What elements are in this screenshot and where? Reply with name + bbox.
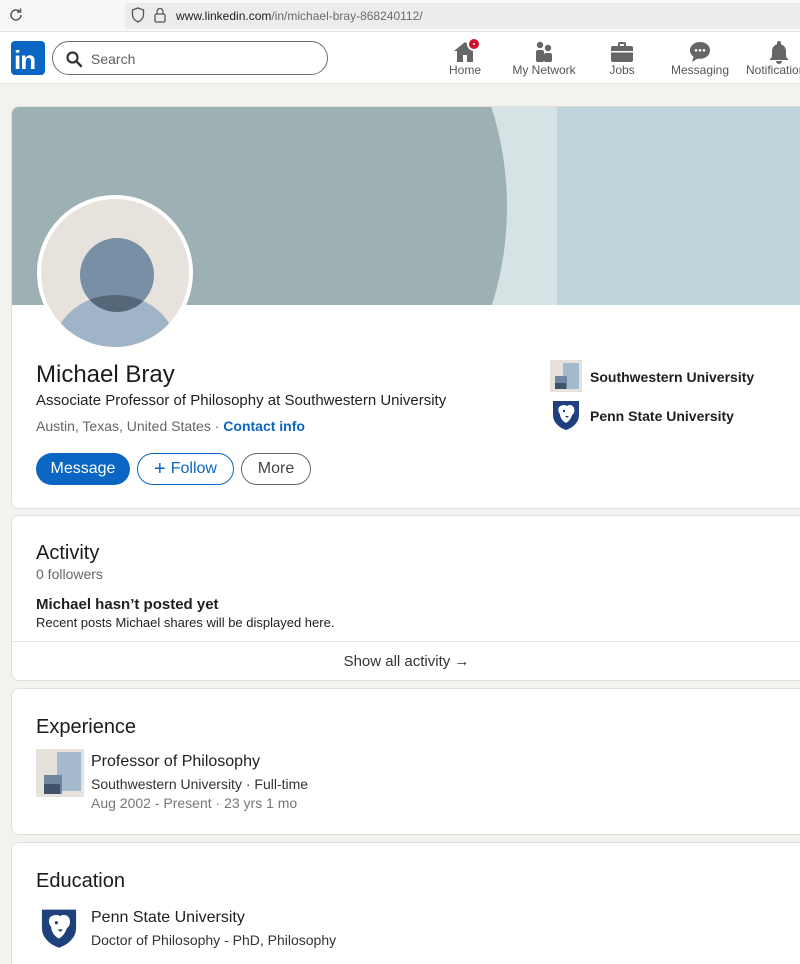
notification-badge — [467, 37, 481, 51]
nav-jobs-label: Jobs — [609, 63, 635, 77]
experience-title: Experience — [36, 716, 137, 738]
activity-title: Activity — [36, 542, 100, 564]
penn-state-logo[interactable] — [38, 906, 80, 950]
no-posts-subtitle: Recent posts Michael shares will be disp… — [36, 615, 335, 630]
show-all-activity-link[interactable]: Show all activity → — [12, 653, 800, 670]
nav-notifications-label: Notifications — [746, 63, 800, 77]
message-button[interactable]: Message — [36, 453, 130, 485]
education-title: Education — [36, 870, 125, 892]
experience-dates: Aug 2002 - Present · 23 yrs 1 mo — [91, 795, 298, 811]
nav-home[interactable]: Home — [437, 36, 493, 82]
messaging-icon — [690, 42, 710, 62]
linkedin-logo[interactable]: in — [11, 41, 45, 75]
profile-location: Austin, Texas, United States · Contact i… — [36, 418, 305, 434]
southwestern-university-logo[interactable] — [36, 749, 84, 797]
notifications-bell-icon — [770, 41, 788, 64]
penn-state-logo — [553, 401, 579, 430]
nav-home-label: Home — [448, 63, 481, 77]
contact-info-link[interactable]: Contact info — [223, 418, 305, 434]
education-school[interactable]: Penn State University — [91, 909, 245, 927]
education-card: Education Penn State University Doctor o… — [11, 842, 800, 964]
url-host: www.linkedin.com — [176, 9, 272, 23]
experience-company: Southwestern University · Full-time — [91, 776, 309, 792]
browser-toolbar: www.linkedin.com/in/michael-bray-8682401… — [0, 0, 800, 32]
no-posts-title: Michael hasn’t posted yet — [36, 596, 219, 613]
search-input[interactable] — [91, 48, 311, 70]
activity-card: Activity 0 followers Michael hasn’t post… — [11, 515, 800, 681]
profile-headline: Associate Professor of Philosophy at Sou… — [36, 392, 447, 409]
top-navigation: in Home My Network Jobs — [0, 32, 800, 84]
nav-jobs[interactable]: Jobs — [596, 36, 648, 82]
plus-icon: + — [154, 458, 166, 480]
nav-my-network[interactable]: My Network — [506, 36, 582, 82]
divider — [12, 641, 800, 642]
nav-messaging[interactable]: Messaging — [668, 36, 732, 82]
url-path: /in/michael-bray-868240112/ — [271, 9, 423, 23]
search-box[interactable] — [52, 41, 328, 75]
linkedin-logo-text: in — [14, 45, 36, 75]
avatar[interactable] — [37, 195, 193, 351]
reload-icon[interactable] — [7, 6, 25, 24]
my-network-icon — [536, 41, 552, 62]
education-degree: Doctor of Philosophy - PhD, Philosophy — [91, 932, 337, 948]
location-text: Austin, Texas, United States — [36, 418, 211, 434]
experience-card: Experience Professor of Philosophy South… — [11, 688, 800, 835]
location-separator: · — [210, 418, 224, 434]
follow-button[interactable]: + Follow — [137, 453, 234, 485]
nav-my-network-label: My Network — [512, 63, 576, 77]
followers-count[interactable]: 0 followers — [36, 566, 103, 582]
more-button[interactable]: More — [241, 453, 311, 485]
affiliation-label: Penn State University — [590, 408, 734, 424]
profile-card: Michael Bray Associate Professor of Phil… — [11, 106, 800, 509]
search-icon — [66, 51, 83, 68]
southwestern-university-logo — [550, 360, 582, 392]
nav-notifications[interactable]: Notifications — [744, 36, 800, 82]
lock-icon[interactable] — [154, 7, 166, 23]
shield-icon[interactable] — [131, 7, 145, 23]
profile-name: Michael Bray — [36, 361, 175, 388]
url-text[interactable]: www.linkedin.com/in/michael-bray-8682401… — [176, 9, 423, 23]
avatar-shadow — [80, 238, 154, 312]
affiliation-label: Southwestern University — [590, 369, 755, 385]
experience-role[interactable]: Professor of Philosophy — [91, 753, 260, 771]
follow-label: Follow — [170, 460, 217, 477]
nav-messaging-label: Messaging — [670, 63, 730, 77]
jobs-briefcase-icon — [611, 42, 633, 62]
